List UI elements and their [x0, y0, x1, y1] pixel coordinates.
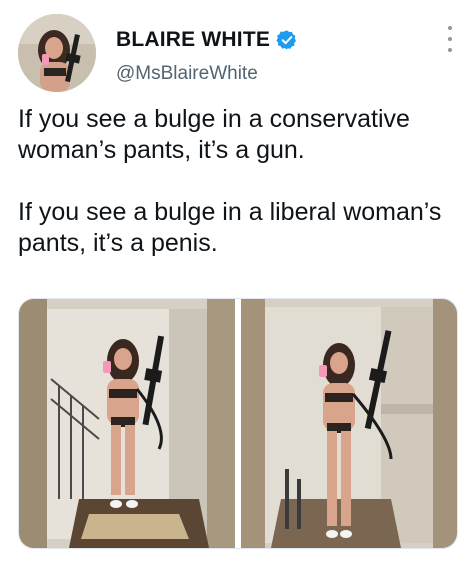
- tweet-photo[interactable]: [241, 299, 457, 548]
- more-options-icon[interactable]: [446, 26, 454, 52]
- tweet-paragraph: If you see a bulge in a conservative wom…: [18, 105, 410, 164]
- tweet-paragraph: If you see a bulge in a liberal woman’s …: [18, 198, 442, 257]
- author-handle[interactable]: @MsBlaireWhite: [116, 63, 258, 85]
- avatar[interactable]: [18, 14, 96, 92]
- verified-badge-icon: [276, 29, 298, 51]
- media-grid: [18, 298, 458, 549]
- tweet-card: BLAIRE WHITE @MsBlaireWhite If you see a…: [0, 0, 474, 564]
- tweet-photo[interactable]: [19, 299, 235, 548]
- author-name-row[interactable]: BLAIRE WHITE: [116, 28, 298, 52]
- author-display-name[interactable]: BLAIRE WHITE: [116, 28, 270, 52]
- tweet-text: If you see a bulge in a conservative wom…: [18, 104, 458, 259]
